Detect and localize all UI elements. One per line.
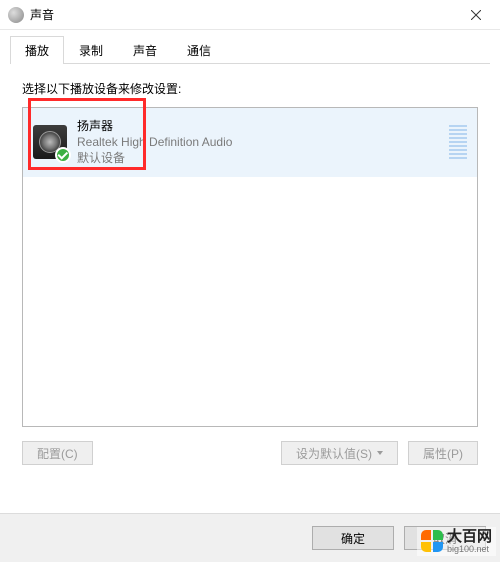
configure-button[interactable]: 配置(C) (22, 441, 93, 465)
set-default-button[interactable]: 设为默认值(S) (281, 441, 398, 465)
tab-communications[interactable]: 通信 (172, 36, 226, 64)
close-button[interactable] (453, 1, 498, 29)
instruction-text: 选择以下播放设备来修改设置: (22, 80, 478, 97)
device-item[interactable]: 扬声器 Realtek High Definition Audio 默认设备 (23, 108, 477, 177)
level-meter-icon (449, 125, 467, 159)
window-title: 声音 (30, 6, 453, 23)
device-status: 默认设备 (77, 150, 443, 166)
default-check-icon (55, 147, 71, 163)
sound-window-icon (8, 7, 24, 23)
cancel-button[interactable]: 取消 (404, 526, 486, 550)
tab-playback[interactable]: 播放 (10, 36, 64, 64)
panel-footer: 配置(C) 设为默认值(S) 属性(P) (22, 441, 478, 465)
set-default-label: 设为默认值(S) (296, 445, 372, 462)
tabstrip: 播放 录制 声音 通信 (0, 30, 500, 64)
close-icon (471, 10, 481, 20)
dialog-footer: 确定 取消 (0, 513, 500, 562)
device-icon-wrap (33, 125, 67, 159)
chevron-down-icon (377, 451, 383, 455)
titlebar: 声音 (0, 0, 500, 30)
tab-sounds[interactable]: 声音 (118, 36, 172, 64)
device-text: 扬声器 Realtek High Definition Audio 默认设备 (77, 118, 443, 167)
device-name: 扬声器 (77, 118, 443, 134)
device-list[interactable]: 扬声器 Realtek High Definition Audio 默认设备 (22, 107, 478, 427)
ok-button[interactable]: 确定 (312, 526, 394, 550)
properties-button[interactable]: 属性(P) (408, 441, 478, 465)
tab-recording[interactable]: 录制 (64, 36, 118, 64)
playback-panel: 选择以下播放设备来修改设置: 扬声器 Realtek High Definiti… (0, 64, 500, 475)
device-driver: Realtek High Definition Audio (77, 134, 443, 150)
